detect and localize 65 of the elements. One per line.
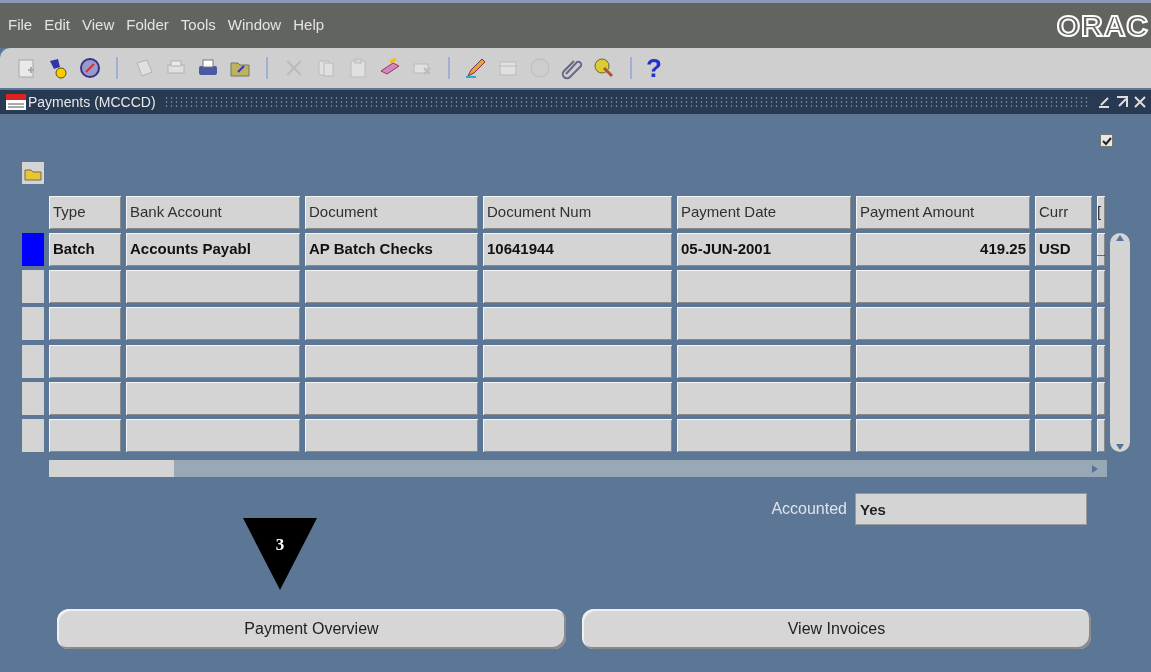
table-cell	[1097, 344, 1105, 378]
scroll-up-icon[interactable]	[1114, 233, 1126, 243]
compass-icon[interactable]	[78, 56, 102, 80]
horizontal-scrollbar[interactable]	[49, 460, 1107, 477]
table-cell: 419.25	[856, 233, 1030, 267]
field-label: Accounted	[771, 499, 847, 519]
column-header: Type	[49, 196, 121, 229]
menu-item[interactable]: Edit	[44, 14, 71, 37]
close-icon[interactable]	[1133, 95, 1147, 109]
table-cell: 05-JUN-2001	[677, 233, 851, 267]
column-header: Document Num	[483, 196, 672, 229]
table-cell: _	[1097, 233, 1105, 267]
table-cell	[49, 270, 121, 304]
folder-icon[interactable]	[22, 161, 44, 184]
minimize-icon[interactable]	[1097, 95, 1111, 109]
column-header: Bank Account	[126, 196, 300, 229]
table-cell	[1035, 381, 1092, 415]
callout-number: 3	[275, 535, 285, 554]
column-header: [	[1097, 196, 1105, 229]
menu-item[interactable]: File	[8, 14, 33, 37]
menu-item[interactable]: Folder	[126, 14, 169, 37]
record-indicator[interactable]	[22, 233, 44, 267]
window-icon	[6, 94, 26, 110]
record-indicator[interactable]	[22, 418, 44, 452]
record-indicator[interactable]	[22, 344, 44, 378]
record-indicator[interactable]	[22, 270, 44, 304]
column-header: Payment Date	[677, 196, 851, 229]
table-cell: Batch	[49, 233, 121, 267]
column-header: Curr	[1035, 196, 1092, 229]
table-cell	[1035, 344, 1092, 378]
table-cell	[49, 381, 121, 415]
table-cell	[1097, 307, 1105, 341]
table-cell	[1097, 381, 1105, 415]
table-cell	[1035, 307, 1092, 341]
table-cell	[1097, 270, 1105, 304]
record-indicator[interactable]	[22, 307, 44, 341]
menu-item[interactable]: Window	[227, 14, 282, 37]
table-cell	[1097, 418, 1105, 452]
table-cell	[49, 307, 121, 341]
vertical-scrollbar[interactable]	[1110, 233, 1130, 452]
window-title: Payments (MCCCD)	[28, 92, 156, 112]
pencil-icon[interactable]	[464, 56, 488, 80]
menu-item[interactable]: View	[82, 14, 115, 37]
table-cell	[1035, 418, 1092, 452]
checkbox[interactable]	[1100, 134, 1113, 147]
scroll-down-icon[interactable]	[1114, 442, 1126, 452]
record-indicator[interactable]	[22, 381, 44, 415]
scroll-thumb[interactable]	[49, 460, 174, 477]
maximize-icon[interactable]	[1115, 95, 1129, 109]
column-header: Document	[305, 196, 478, 229]
help-button[interactable]: ?	[646, 55, 662, 81]
action-button[interactable]: Payment Overview	[57, 609, 566, 649]
table-cell: AP Batch Checks	[305, 233, 478, 267]
table-cell	[49, 344, 121, 378]
table-cell	[49, 418, 121, 452]
logo: ORAC	[1056, 10, 1149, 41]
table-cell: Accounts Payabl	[126, 233, 300, 267]
action-button[interactable]: View Invoices	[582, 609, 1091, 649]
accounted-field[interactable]: Yes	[855, 493, 1087, 525]
menu-item[interactable]: Help	[293, 14, 325, 37]
column-header: Payment Amount	[856, 196, 1030, 229]
menu-item[interactable]: Tools	[180, 14, 216, 37]
table-cell: USD	[1035, 233, 1092, 267]
table-cell: 10641944	[483, 233, 672, 267]
table-cell	[1035, 270, 1092, 304]
